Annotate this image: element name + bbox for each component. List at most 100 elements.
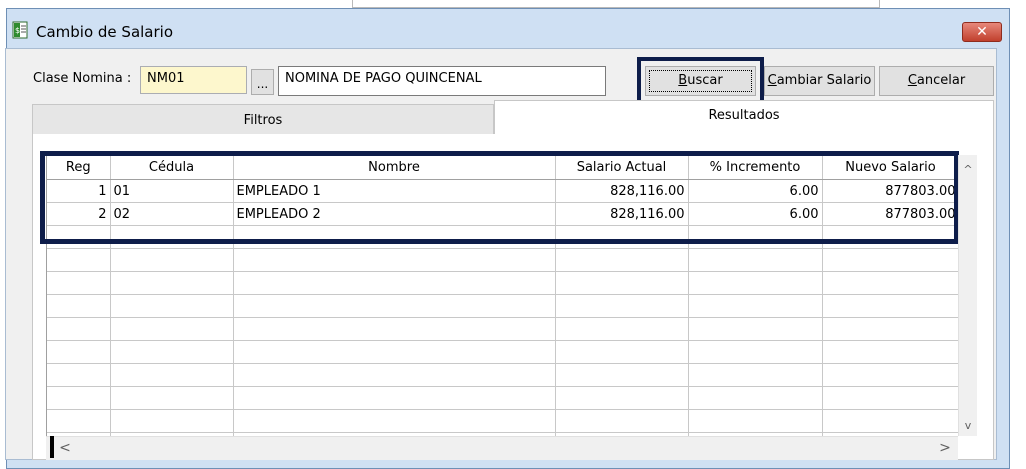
- close-button[interactable]: ✕: [962, 22, 1002, 42]
- cancelar-mnemonic: C: [907, 73, 917, 88]
- col-header-nombre[interactable]: Nombre: [233, 155, 556, 180]
- empty-cell: [688, 294, 823, 318]
- scroll-up-icon[interactable]: ^: [959, 161, 977, 179]
- empty-row: [47, 340, 959, 364]
- empty-cell: [233, 248, 556, 272]
- empty-cell: [110, 317, 234, 341]
- horizontal-scrollbar[interactable]: < >: [46, 436, 958, 460]
- cell-reg[interactable]: 2: [47, 202, 111, 226]
- buscar-highlight-frame: [637, 57, 764, 104]
- empty-cell: [555, 294, 689, 318]
- empty-cell: [688, 271, 823, 295]
- scroll-right-icon[interactable]: >: [936, 437, 954, 459]
- svg-text:$: $: [15, 26, 20, 35]
- empty-cell: [233, 294, 556, 318]
- col-header-salario-actual[interactable]: Salario Actual: [555, 155, 689, 180]
- tab-filtros[interactable]: Filtros: [32, 104, 494, 134]
- cell-incremento[interactable]: 6.00: [688, 179, 823, 203]
- browse-button[interactable]: ...: [251, 69, 274, 95]
- cell-salario-actual[interactable]: 828,116.00: [555, 202, 689, 226]
- results-grid[interactable]: Reg Cédula Nombre Salario Actual % Incre…: [46, 155, 959, 436]
- empty-row: [47, 248, 959, 272]
- scroll-down-icon[interactable]: v: [959, 417, 977, 435]
- empty-cell: [822, 409, 959, 433]
- background-window-edge: [352, 0, 880, 8]
- empty-cell: [233, 386, 556, 410]
- cambiar-mnemonic: C: [767, 73, 777, 88]
- empty-row: [47, 363, 959, 387]
- empty-cell: [233, 317, 556, 341]
- cell-nuevo-salario[interactable]: 877803.00: [822, 202, 959, 226]
- empty-row: [47, 386, 959, 410]
- empty-cell: [688, 317, 823, 341]
- empty-cell: [555, 363, 689, 387]
- cell-reg[interactable]: 1: [47, 179, 111, 203]
- empty-cell: [555, 271, 689, 295]
- clase-code-field[interactable]: NM01: [140, 66, 247, 94]
- empty-cell: [110, 225, 234, 249]
- empty-cell: [47, 340, 111, 364]
- empty-cell: [110, 409, 234, 433]
- tab-resultados[interactable]: Resultados: [494, 100, 994, 136]
- empty-cell: [47, 386, 111, 410]
- clase-nomina-label: Clase Nomina :: [33, 71, 132, 86]
- vertical-scrollbar[interactable]: ^ v: [958, 155, 977, 436]
- cell-nombre[interactable]: EMPLEADO 1: [233, 179, 556, 203]
- empty-cell: [555, 317, 689, 341]
- col-header-incremento[interactable]: % Incremento: [688, 155, 823, 180]
- empty-cell: [688, 409, 823, 433]
- empty-cell: [110, 363, 234, 387]
- results-table: Reg Cédula Nombre Salario Actual % Incre…: [47, 155, 959, 436]
- cell-salario-actual[interactable]: 828,116.00: [555, 179, 689, 203]
- empty-row: [47, 317, 959, 341]
- title-bar[interactable]: $ Cambio de Salario ✕: [6, 8, 1010, 48]
- col-header-cedula[interactable]: Cédula: [110, 155, 234, 180]
- empty-cell: [233, 225, 556, 249]
- empty-cell: [233, 409, 556, 433]
- empty-rows: [47, 225, 959, 436]
- empty-cell: [688, 386, 823, 410]
- empty-cell: [555, 409, 689, 433]
- cell-nuevo-salario[interactable]: 877803.00: [822, 179, 959, 203]
- empty-cell: [110, 248, 234, 272]
- empty-cell: [47, 225, 111, 249]
- money-document-icon: $: [12, 21, 28, 39]
- window-title: Cambio de Salario: [36, 23, 174, 41]
- empty-cell: [822, 294, 959, 318]
- empty-cell: [822, 225, 959, 249]
- cell-nombre[interactable]: EMPLEADO 2: [233, 202, 556, 226]
- empty-cell: [110, 271, 234, 295]
- empty-row: [47, 294, 959, 318]
- empty-cell: [822, 363, 959, 387]
- table-row[interactable]: 1 01 EMPLEADO 1 828,116.00 6.00 877803.0…: [47, 179, 959, 203]
- cambiar-label: ambiar Salario: [776, 73, 872, 88]
- empty-cell: [47, 409, 111, 433]
- cell-cedula[interactable]: 01: [110, 179, 234, 203]
- col-header-reg[interactable]: Reg: [47, 155, 111, 180]
- cell-incremento[interactable]: 6.00: [688, 202, 823, 226]
- scroll-left-icon[interactable]: <: [56, 437, 74, 459]
- empty-cell: [47, 271, 111, 295]
- empty-row: [47, 225, 959, 249]
- col-header-nuevo-salario[interactable]: Nuevo Salario: [822, 155, 959, 180]
- empty-cell: [822, 340, 959, 364]
- empty-cell: [688, 363, 823, 387]
- empty-cell: [233, 340, 556, 364]
- cambiar-salario-button[interactable]: Cambiar Salario: [764, 66, 875, 96]
- header-row: Reg Cédula Nombre Salario Actual % Incre…: [47, 155, 959, 180]
- clase-name-field[interactable]: NOMINA DE PAGO QUINCENAL: [278, 66, 606, 96]
- empty-cell: [822, 317, 959, 341]
- empty-cell: [688, 225, 823, 249]
- empty-cell: [555, 248, 689, 272]
- table-row[interactable]: 2 02 EMPLEADO 2 828,116.00 6.00 877803.0…: [47, 202, 959, 226]
- cell-cedula[interactable]: 02: [110, 202, 234, 226]
- empty-row: [47, 409, 959, 433]
- empty-cell: [555, 340, 689, 364]
- empty-cell: [47, 363, 111, 387]
- empty-cell: [822, 386, 959, 410]
- empty-cell: [233, 363, 556, 387]
- empty-cell: [47, 248, 111, 272]
- empty-cell: [47, 294, 111, 318]
- cancelar-button[interactable]: Cancelar: [879, 66, 994, 96]
- empty-cell: [822, 271, 959, 295]
